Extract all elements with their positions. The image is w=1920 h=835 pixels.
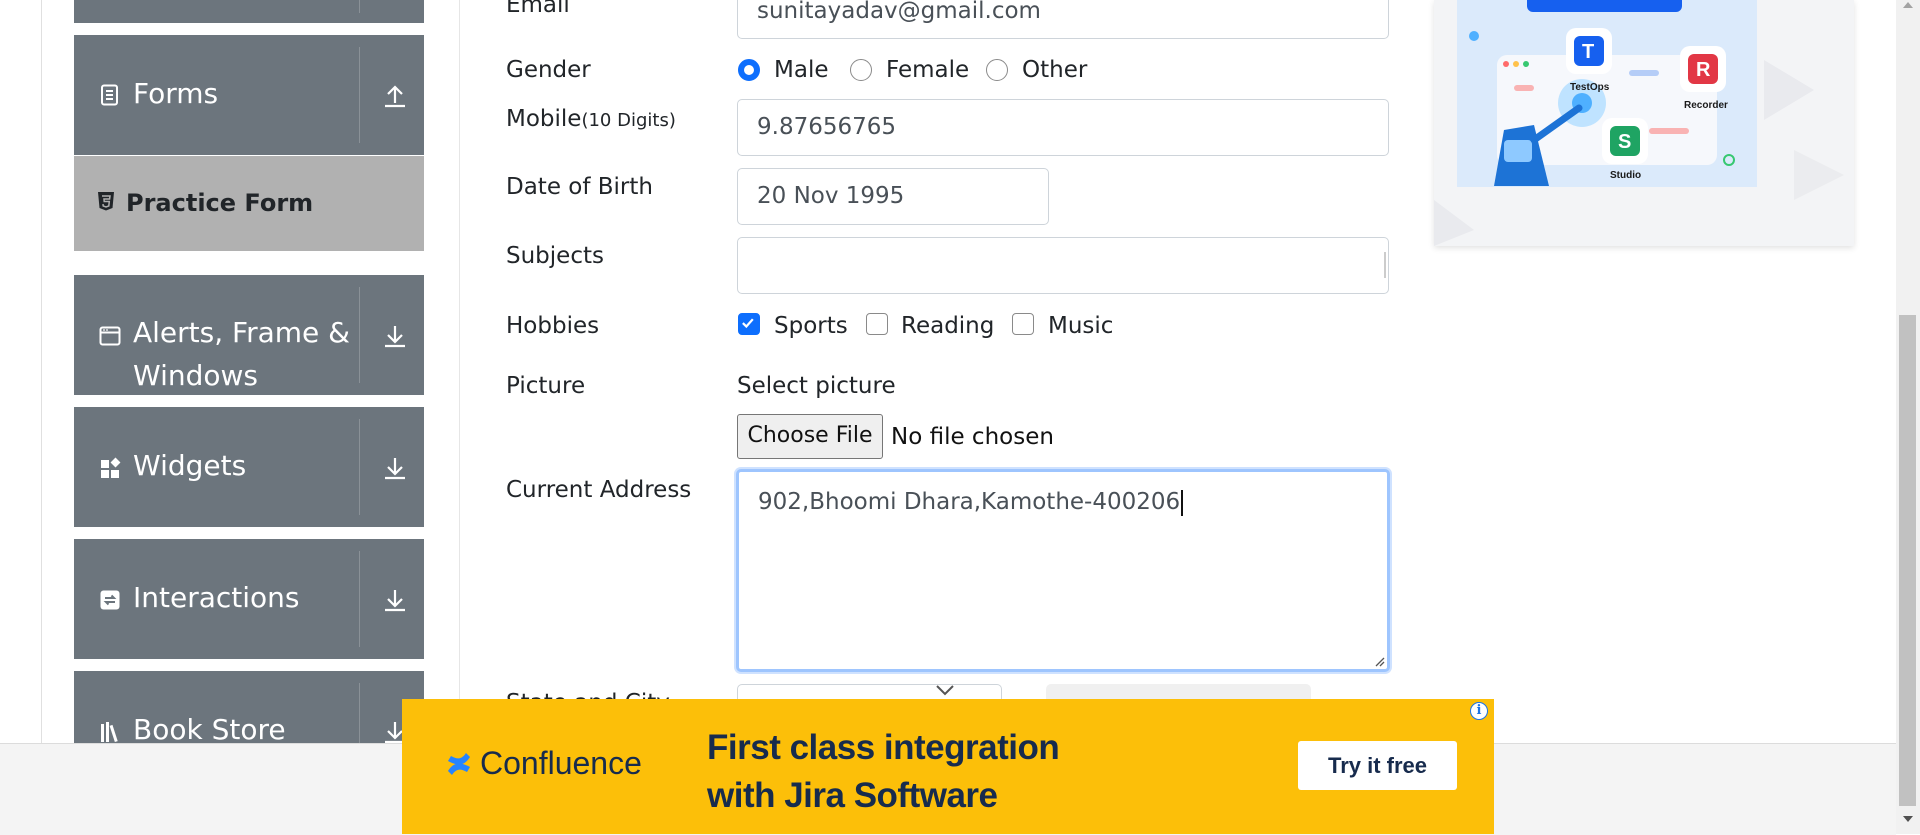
sidebar-item-practice-form[interactable]: Practice Form bbox=[74, 156, 424, 251]
try-it-free-button[interactable]: Try it free bbox=[1298, 741, 1457, 790]
download-icon[interactable] bbox=[382, 323, 408, 349]
gender-male-radio[interactable] bbox=[738, 59, 760, 81]
email-field[interactable]: sunitayadav@gmail.com bbox=[737, 0, 1389, 39]
mobile-value: 9.87656765 bbox=[757, 114, 897, 140]
sidebar-group-interactions[interactable]: Interactions bbox=[74, 539, 424, 659]
sidebar-group-alerts[interactable]: Alerts, Frame & Windows bbox=[74, 275, 424, 395]
subjects-field[interactable] bbox=[737, 237, 1389, 294]
recorder-label: Recorder bbox=[1684, 100, 1728, 111]
text-caret bbox=[1181, 489, 1183, 516]
sidebar-item-label: Practice Form bbox=[126, 189, 314, 217]
subjects-label: Subjects bbox=[506, 243, 604, 269]
email-label: Email bbox=[506, 0, 570, 18]
gender-female-label[interactable]: Female bbox=[886, 55, 969, 85]
mobile-label: Mobile(10 Digits) bbox=[506, 104, 676, 136]
html5-icon bbox=[98, 192, 114, 211]
mobile-hint: (10 Digits) bbox=[581, 110, 676, 131]
sidebar-group-label-line1: Alerts, Frame & bbox=[133, 316, 351, 349]
content-divider bbox=[459, 0, 460, 743]
vertical-scrollbar[interactable] bbox=[1896, 0, 1920, 834]
ad-headline-line2: with Jira Software bbox=[707, 776, 998, 815]
upload-icon[interactable] bbox=[382, 83, 408, 109]
hobby-reading-label[interactable]: Reading bbox=[901, 311, 994, 341]
scroll-up-arrow-icon[interactable] bbox=[1903, 2, 1913, 8]
scrollbar-thumb[interactable] bbox=[1899, 315, 1916, 806]
widgets-icon bbox=[101, 457, 121, 478]
sidebar-group-label: Interactions bbox=[133, 581, 300, 614]
ad-info-icon[interactable]: i bbox=[1470, 702, 1488, 720]
separator bbox=[359, 47, 360, 143]
select-picture-label: Select picture bbox=[737, 373, 896, 399]
books-icon bbox=[101, 722, 118, 743]
document-icon bbox=[101, 84, 118, 106]
hobby-sports-label[interactable]: Sports bbox=[774, 311, 848, 341]
separator bbox=[359, 419, 360, 515]
sidebar-group-previous[interactable] bbox=[74, 0, 424, 23]
check-icon bbox=[742, 318, 754, 329]
side-advertisement[interactable]: T TestOps R Recorder S Studio bbox=[1434, 0, 1854, 246]
date-of-birth-field[interactable]: 20 Nov 1995 bbox=[737, 168, 1049, 225]
sidebar-group-label: Widgets bbox=[133, 449, 247, 482]
separator bbox=[359, 551, 360, 647]
sidebar-group-forms[interactable]: Forms bbox=[74, 35, 424, 155]
confluence-logo-icon bbox=[448, 753, 470, 775]
scroll-down-arrow-icon[interactable] bbox=[1903, 816, 1913, 822]
current-address-label: Current Address bbox=[506, 477, 692, 503]
subjects-scroll-indicator bbox=[1384, 252, 1386, 278]
separator bbox=[359, 287, 360, 383]
separator bbox=[359, 0, 360, 13]
resize-handle-icon[interactable] bbox=[1373, 655, 1385, 667]
mobile-field[interactable]: 9.87656765 bbox=[737, 99, 1389, 156]
sidebar-group-label: Book Store bbox=[133, 713, 286, 743]
hobby-sports-checkbox[interactable] bbox=[738, 313, 760, 335]
testops-label: TestOps bbox=[1570, 82, 1610, 93]
hobby-music-label[interactable]: Music bbox=[1048, 311, 1113, 341]
hobby-music-checkbox[interactable] bbox=[1012, 313, 1034, 335]
svg-text:T: T bbox=[1582, 41, 1594, 63]
separator bbox=[359, 683, 360, 743]
current-address-textarea[interactable]: 902,Bhoomi Dhara,Kamothe-400206 bbox=[736, 469, 1390, 672]
browser-window-icon bbox=[99, 326, 121, 346]
svg-text:R: R bbox=[1696, 59, 1711, 81]
current-address-value: 902,Bhoomi Dhara,Kamothe-400206 bbox=[758, 489, 1181, 515]
dob-value: 20 Nov 1995 bbox=[757, 183, 905, 209]
gender-male-label[interactable]: Male bbox=[774, 55, 828, 85]
file-status: No file chosen bbox=[891, 424, 1054, 450]
gender-female-radio[interactable] bbox=[850, 59, 872, 81]
choose-file-button[interactable]: Choose File bbox=[737, 414, 883, 459]
sidebar-group-widgets[interactable]: Widgets bbox=[74, 407, 424, 527]
sidebar-group-book-store[interactable]: Book Store bbox=[74, 671, 424, 743]
mobile-label-text: Mobile bbox=[506, 106, 582, 132]
hobbies-label: Hobbies bbox=[506, 313, 600, 339]
gender-label: Gender bbox=[506, 57, 591, 83]
sidebar-group-label: Forms bbox=[133, 77, 219, 110]
gender-other-label[interactable]: Other bbox=[1022, 55, 1087, 85]
hobby-reading-checkbox[interactable] bbox=[866, 313, 888, 335]
download-icon[interactable] bbox=[382, 455, 408, 481]
sidebar-group-label-line2: Windows bbox=[133, 359, 258, 392]
chevron-down-icon bbox=[936, 685, 954, 696]
dob-label: Date of Birth bbox=[506, 174, 653, 200]
studio-label: Studio bbox=[1610, 170, 1641, 181]
interactions-icon bbox=[100, 590, 120, 610]
page-left-border bbox=[41, 0, 42, 743]
picture-label: Picture bbox=[506, 373, 586, 399]
ad-headline-line1: First class integration bbox=[707, 728, 1060, 767]
banner-advertisement[interactable]: Confluence First class integration with … bbox=[402, 699, 1494, 834]
ad-brand-name: Confluence bbox=[480, 745, 642, 781]
gender-other-radio[interactable] bbox=[986, 59, 1008, 81]
ad-illustration: T TestOps R Recorder S Studio bbox=[1434, 0, 1844, 246]
svg-text:S: S bbox=[1618, 131, 1631, 153]
email-value: sunitayadav@gmail.com bbox=[757, 0, 1041, 24]
download-icon[interactable] bbox=[382, 587, 408, 613]
